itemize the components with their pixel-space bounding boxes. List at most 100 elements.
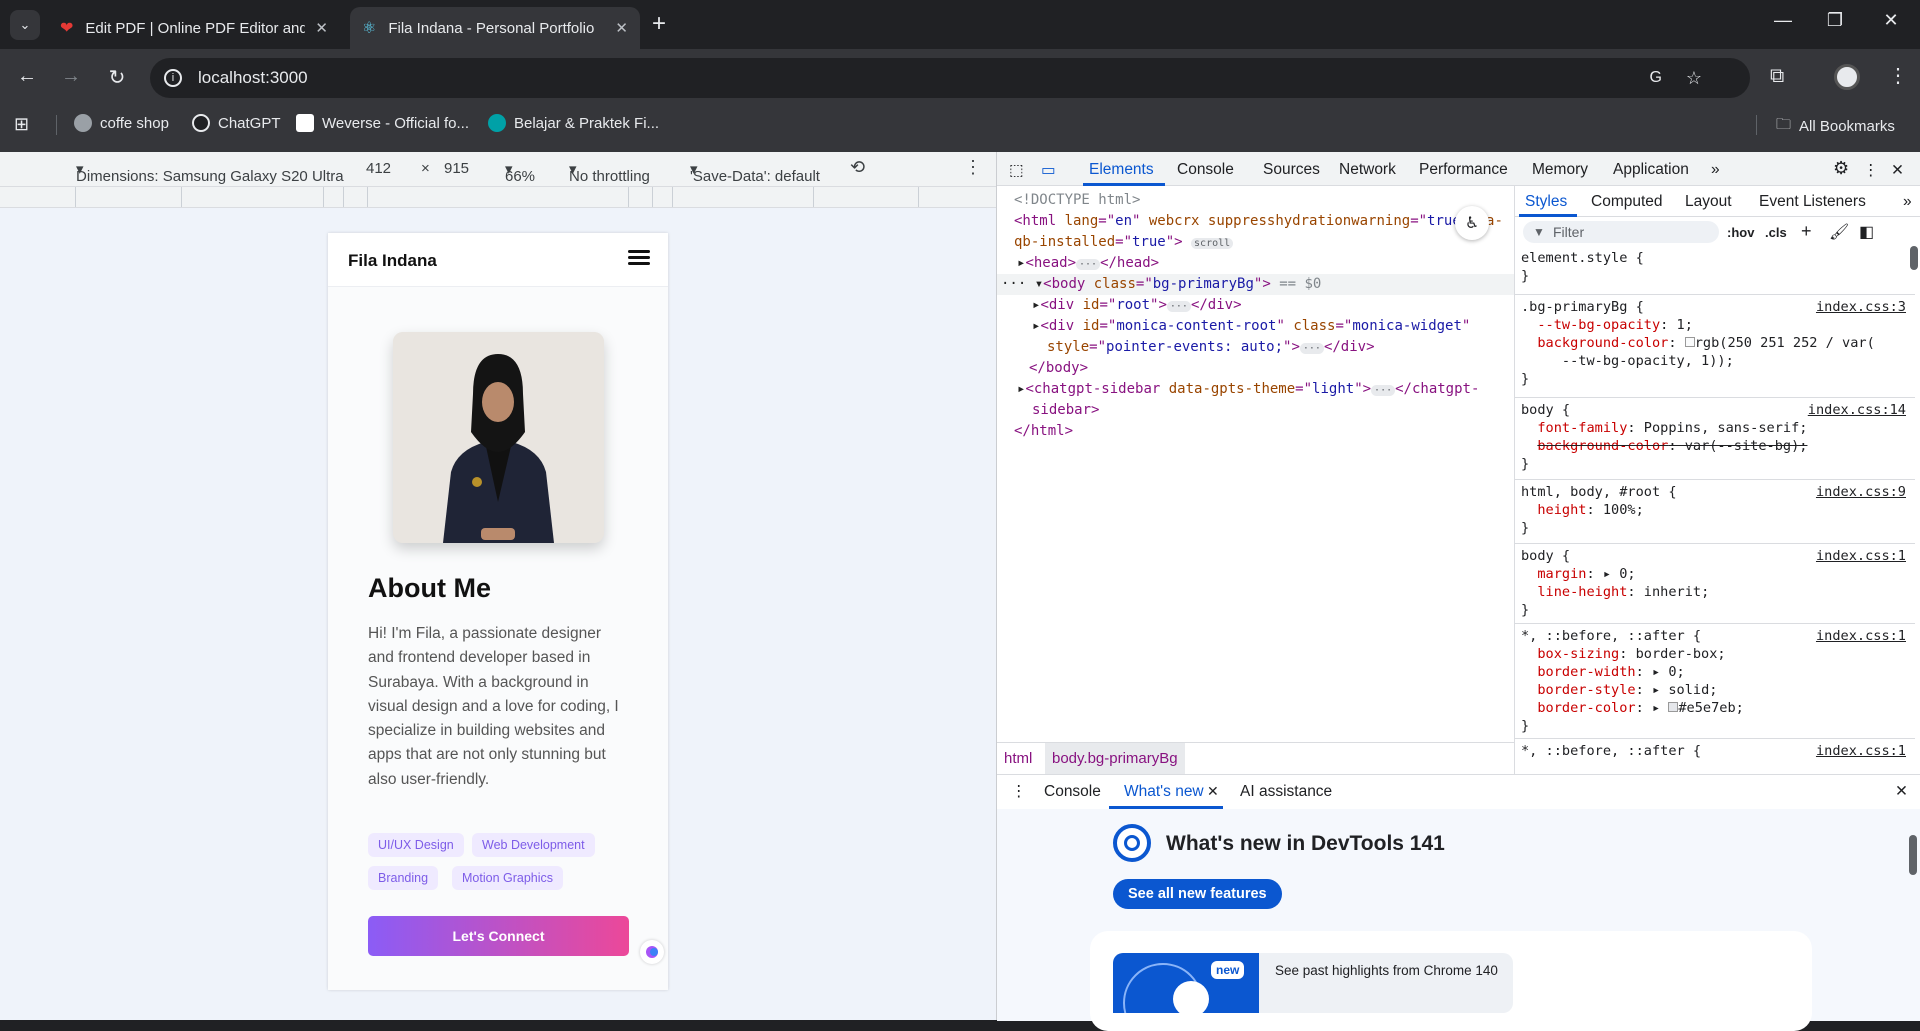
folder-icon: 🗀	[1776, 116, 1792, 133]
bookmark-belajar[interactable]: Belajar & Praktek Fi...	[488, 114, 659, 132]
dom-line[interactable]: sidebar>	[1032, 400, 1099, 421]
dom-line[interactable]: <html lang="en" webcrx suppresshydration…	[1014, 211, 1503, 232]
inspect-element-icon[interactable]: ⬚	[1009, 161, 1024, 180]
tab-search-button[interactable]: ⌄	[10, 10, 40, 40]
ruler-mark	[367, 187, 368, 207]
drawer-scrollbar[interactable]	[1909, 835, 1917, 875]
css-rule[interactable]: body {index.css:1 margin: ▸ 0; line-heig…	[1521, 547, 1906, 619]
css-rule[interactable]: html, body, #root {index.css:9 height: 1…	[1521, 483, 1906, 537]
more-tabs-icon[interactable]: »	[1903, 193, 1912, 211]
extensions-icon[interactable]: ⧉	[1770, 65, 1784, 88]
hov-toggle[interactable]: :hov	[1727, 225, 1754, 240]
elements-tree[interactable]: <!DOCTYPE html> <html lang="en" webcrx s…	[997, 186, 1514, 742]
tab-edit-pdf[interactable]: ❤ Edit PDF | Online PDF Editor and ✕	[48, 7, 340, 49]
tab-elements[interactable]: Elements	[1089, 161, 1154, 179]
assistant-floating-icon[interactable]	[640, 940, 664, 964]
css-rule[interactable]: element.style {}	[1521, 249, 1906, 285]
star-icon[interactable]: ☆	[1686, 68, 1702, 89]
save-data-select[interactable]: 'Save-Data': default ▾	[690, 160, 820, 185]
drawer-tab-whats-new[interactable]: What's new	[1124, 783, 1204, 801]
translate-icon[interactable]: G	[1650, 69, 1662, 87]
rule-separator	[1515, 738, 1915, 739]
back-icon[interactable]: ←	[12, 65, 42, 88]
styles-scrollbar[interactable]	[1910, 246, 1918, 270]
device-select[interactable]: Dimensions: Samsung Galaxy S20 Ultra ▾	[76, 160, 344, 185]
css-rule[interactable]: body {index.css:14 font-family: Poppins,…	[1521, 401, 1906, 473]
tab-layout[interactable]: Layout	[1685, 193, 1732, 211]
lets-connect-button[interactable]: Let's Connect	[368, 916, 629, 956]
tab-computed[interactable]: Computed	[1591, 193, 1663, 211]
device-toggle-icon[interactable]: ▭	[1041, 161, 1056, 180]
avatar[interactable]	[1834, 64, 1860, 90]
media-query-ruler[interactable]	[0, 186, 996, 208]
throttling-select[interactable]: No throttling ▾	[569, 160, 650, 185]
paint-icon[interactable]: 🖌	[1829, 222, 1849, 242]
breadcrumb-body[interactable]: body.bg-primaryBg	[1045, 743, 1185, 774]
zoom-select[interactable]: 66% ▾	[505, 160, 535, 185]
tab-portfolio[interactable]: ⚛ Fila Indana - Personal Portfolio ✕	[350, 7, 640, 49]
css-rule[interactable]: .bg-primaryBg {index.css:3 --tw-bg-opaci…	[1521, 298, 1906, 388]
dom-line[interactable]: style="pointer-events: auto;"> ··· </div>	[1047, 337, 1375, 358]
browser-menu-icon[interactable]: ⋮	[1888, 63, 1908, 88]
new-tab-button[interactable]: +	[652, 10, 666, 38]
dom-line[interactable]: </html>	[1014, 421, 1073, 442]
dom-line[interactable]: qb-installed="true"> scroll	[1014, 232, 1234, 253]
dom-line[interactable]: </body>	[1029, 358, 1088, 379]
bookmark-coffe-shop[interactable]: coffe shop	[74, 114, 169, 132]
site-info-icon[interactable]: i	[164, 69, 182, 87]
tab-sources[interactable]: Sources	[1263, 161, 1320, 179]
breadcrumb-html[interactable]: html	[1004, 750, 1032, 767]
toggle-sidebar-icon[interactable]: ◧	[1859, 222, 1874, 242]
devtools-menu-icon[interactable]: ⋮	[1863, 161, 1879, 180]
drawer-menu-icon[interactable]: ⋮	[1011, 782, 1027, 801]
forward-icon[interactable]: →	[56, 65, 86, 88]
drawer-tab-console[interactable]: Console	[1044, 783, 1101, 801]
minimize-icon[interactable]: —	[1768, 10, 1798, 31]
tab-memory[interactable]: Memory	[1532, 161, 1588, 179]
settings-gear-icon[interactable]: ⚙	[1833, 158, 1849, 179]
bookmark-chatgpt[interactable]: ChatGPT	[192, 114, 281, 132]
css-rule[interactable]: *, ::before, ::after {index.css:1	[1521, 742, 1906, 772]
site-brand[interactable]: Fila Indana	[348, 251, 437, 271]
tab-application[interactable]: Application	[1613, 161, 1689, 179]
tab-console[interactable]: Console	[1177, 161, 1234, 179]
all-bookmarks[interactable]: 🗀 All Bookmarks	[1776, 114, 1895, 139]
tab-performance[interactable]: Performance	[1419, 161, 1508, 179]
close-tab-icon[interactable]: ✕	[615, 19, 628, 37]
styles-filter-input[interactable]: ▼ Filter	[1523, 221, 1719, 243]
close-window-icon[interactable]: ✕	[1876, 10, 1906, 31]
width-input[interactable]: 412	[366, 160, 391, 177]
tab-styles[interactable]: Styles	[1525, 193, 1567, 211]
tab-network[interactable]: Network	[1339, 161, 1396, 179]
apps-icon[interactable]: ⊞	[14, 114, 29, 135]
see-all-features-button[interactable]: See all new features	[1113, 879, 1282, 909]
dom-line[interactable]: ··· ▾<body class="bg-primaryBg"> == $0	[1001, 274, 1321, 295]
highlight-item[interactable]: new See past highlights from Chrome 140	[1113, 953, 1513, 1013]
dom-line[interactable]: <!DOCTYPE html>	[1014, 190, 1140, 211]
close-drawer-icon[interactable]: ✕	[1895, 782, 1908, 801]
tab-event-listeners[interactable]: Event Listeners	[1759, 193, 1866, 211]
more-tabs-icon[interactable]: »	[1711, 161, 1720, 179]
dom-line[interactable]: ▸<div id="monica-content-root" class="mo…	[1032, 316, 1470, 337]
cls-toggle[interactable]: .cls	[1765, 225, 1787, 240]
dom-line[interactable]: ▸<head> ··· </head>	[1017, 253, 1159, 274]
bookmark-weverse[interactable]: Weverse - Official fo...	[296, 114, 469, 132]
close-devtools-icon[interactable]: ✕	[1891, 161, 1904, 180]
css-rule[interactable]: *, ::before, ::after {index.css:1 box-si…	[1521, 627, 1906, 735]
close-tab-icon[interactable]: ✕	[315, 19, 328, 37]
restore-icon[interactable]: ❐	[1820, 10, 1850, 31]
dom-line[interactable]: ▸<div id="root"> ··· </div>	[1032, 295, 1242, 316]
drawer-tab-ai-assistance[interactable]: AI assistance	[1240, 783, 1332, 801]
about-text: Hi! I'm Fila, a passionate designer and …	[368, 625, 619, 788]
device-more-icon[interactable]: ⋮	[964, 157, 982, 178]
height-input[interactable]: 915	[444, 160, 469, 177]
rotate-icon[interactable]: ⟲	[850, 157, 865, 178]
close-whats-new-icon[interactable]: ✕	[1207, 783, 1219, 800]
address-bar[interactable]: i localhost:3000 G ☆	[150, 58, 1750, 98]
hamburger-menu-icon[interactable]	[628, 247, 650, 269]
tag-chip: Branding	[368, 866, 439, 890]
reload-icon[interactable]: ↻	[102, 65, 132, 90]
accessibility-icon[interactable]: ♿	[1455, 206, 1489, 240]
add-rule-icon[interactable]: +	[1801, 221, 1812, 242]
dom-line[interactable]: ▸<chatgpt-sidebar data-gpts-theme="light…	[1017, 379, 1479, 400]
